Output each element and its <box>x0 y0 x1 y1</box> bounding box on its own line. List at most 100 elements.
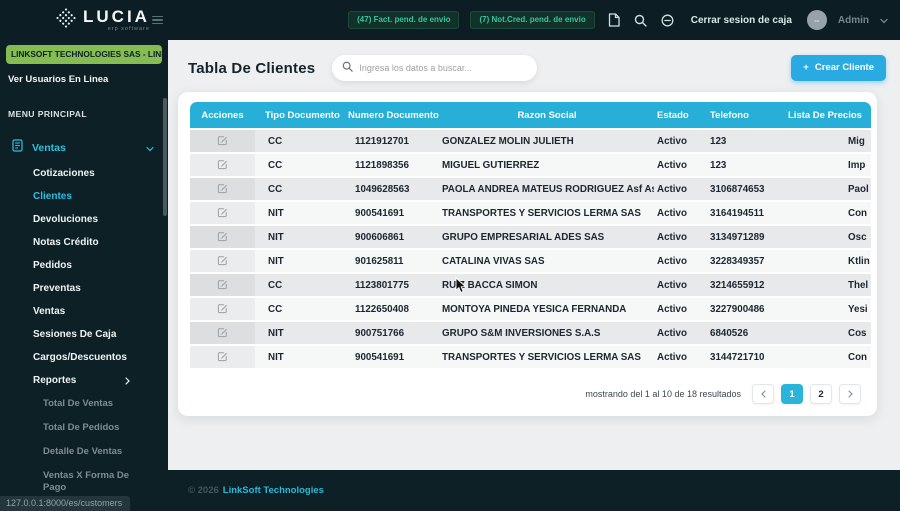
plus-icon: + <box>803 62 809 73</box>
search-icon[interactable] <box>633 12 649 28</box>
table-row: CC 1121898356 MIGUEL GUTIERREZ Activo 12… <box>190 154 871 178</box>
clients-table-card: Acciones Tipo Documento Numero Documento… <box>178 92 877 416</box>
sidebar-item-total-de-ventas[interactable]: Total De Ventas <box>0 392 168 416</box>
edit-client-button[interactable] <box>213 229 232 244</box>
app-logo-text: LUCIA <box>83 6 150 26</box>
numero-documento-cell: 1123801775 <box>340 274 440 298</box>
sidebar-item-label: Ventas <box>32 142 66 154</box>
brand[interactable]: LUCIA erp software <box>0 7 149 34</box>
estado-cell: Activo <box>654 154 704 178</box>
hamburger-menu-icon[interactable] <box>152 15 163 25</box>
table-row: CC 1122650408 MONTOYA PINEDA YESICA FERN… <box>190 298 871 322</box>
document-icon[interactable] <box>606 12 622 28</box>
telefono-cell: 6840526 <box>704 322 786 346</box>
sidebar-item-ventas-x-forma-de-pago[interactable]: Ventas X Forma De Pago <box>0 464 168 500</box>
header-telefono: Telefono <box>704 102 786 130</box>
sidebar-scrollbar[interactable] <box>163 98 167 216</box>
lista-precios-cell: Yesi <box>786 298 871 322</box>
page-1-button[interactable]: 1 <box>781 384 803 404</box>
edit-client-button[interactable] <box>213 349 232 364</box>
pending-invoices-badge[interactable]: (47) Fact. pend. de envio <box>348 11 460 29</box>
edit-client-button[interactable] <box>213 277 232 292</box>
tipo-documento-cell: CC <box>255 274 340 298</box>
acciones-cell <box>190 130 255 154</box>
user-menu-label[interactable]: Admin <box>838 15 869 26</box>
sidebar-item-preventas[interactable]: Preventas <box>0 277 168 300</box>
edit-client-button[interactable] <box>213 157 232 172</box>
acciones-cell <box>190 250 255 274</box>
numero-documento-cell: 900541691 <box>340 202 440 226</box>
search-icon <box>342 59 354 77</box>
pending-credit-notes-badge[interactable]: (7) Not.Cred. pend. de envio <box>470 11 595 29</box>
chevron-left-icon <box>760 390 766 398</box>
company-badge[interactable]: LINKSOFT TECHNOLOGIES SAS - LINK <box>6 45 162 64</box>
edit-client-button[interactable] <box>213 301 232 316</box>
edit-client-button[interactable] <box>213 253 232 268</box>
footer-brand-link[interactable]: LinkSoft Technologies <box>223 485 324 496</box>
telefono-cell: 3228349357 <box>704 250 786 274</box>
sidebar-item-notas-credito[interactable]: Notas Crédito <box>0 231 168 254</box>
chevron-right-icon <box>125 376 130 385</box>
edit-client-button[interactable] <box>213 325 232 340</box>
tipo-documento-cell: CC <box>255 154 340 178</box>
tipo-documento-cell: NIT <box>255 346 340 370</box>
sidebar: LINKSOFT TECHNOLOGIES SAS - LINK Ver Usu… <box>0 40 168 511</box>
sidebar-item-cotizaciones[interactable]: Cotizaciones <box>0 162 168 185</box>
sidebar-item-reportes[interactable]: Reportes <box>0 369 168 392</box>
numero-documento-cell: 1121898356 <box>340 154 440 178</box>
lista-precios-cell: Cos <box>786 322 871 346</box>
edit-client-button[interactable] <box>213 181 232 196</box>
table-row: NIT 901625811 CATALINA VIVAS SAS Activo … <box>190 250 871 274</box>
numero-documento-cell: 900606861 <box>340 226 440 250</box>
lucia-diamond-logo-icon <box>55 7 77 34</box>
avatar[interactable]: -- <box>806 10 827 30</box>
previous-page-button[interactable] <box>752 384 774 404</box>
razon-social-cell: GONZALEZ MOLIN JULIETH <box>440 130 654 154</box>
sidebar-item-pedidos[interactable]: Pedidos <box>0 254 168 277</box>
edit-client-button[interactable] <box>213 133 232 148</box>
sidebar-item-clientes[interactable]: Clientes <box>0 185 168 208</box>
minus-circle-icon[interactable] <box>660 12 676 28</box>
sidebar-item-total-de-pedidos[interactable]: Total De Pedidos <box>0 416 168 440</box>
acciones-cell <box>190 346 255 370</box>
page-2-button[interactable]: 2 <box>810 384 832 404</box>
sidebar-item-ventas[interactable]: Ventas <box>0 300 168 323</box>
search-bar[interactable] <box>332 55 538 81</box>
lista-precios-cell: Con <box>786 346 871 370</box>
lista-precios-cell: Mig <box>786 130 871 154</box>
sidebar-item-cargos-descuentos[interactable]: Cargos/Descuentos <box>0 346 168 369</box>
pagination: mostrando del 1 al 10 de 18 resultados 1… <box>190 384 871 404</box>
tipo-documento-cell: CC <box>255 130 340 154</box>
clients-table: Acciones Tipo Documento Numero Documento… <box>190 102 871 370</box>
tipo-documento-cell: NIT <box>255 202 340 226</box>
edit-client-button[interactable] <box>213 205 232 220</box>
header-tipo-documento: Tipo Documento <box>255 102 340 130</box>
search-input[interactable] <box>359 63 528 73</box>
copyright-text: © 2026 <box>188 485 219 496</box>
acciones-cell <box>190 154 255 178</box>
sidebar-item-label: Reportes <box>33 375 77 386</box>
numero-documento-cell: 900751766 <box>340 322 440 346</box>
acciones-cell <box>190 322 255 346</box>
razon-social-cell: TRANSPORTES Y SERVICIOS LERMA SAS <box>440 346 654 370</box>
sidebar-item-detalle-de-ventas[interactable]: Detalle De Ventas <box>0 440 168 464</box>
razon-social-cell: GRUPO EMPRESARIAL ADES SAS <box>440 226 654 250</box>
lista-precios-cell: Con <box>786 202 871 226</box>
table-scroll-area[interactable]: Acciones Tipo Documento Numero Documento… <box>190 102 871 370</box>
lista-precios-cell: Ktlin <box>786 250 871 274</box>
acciones-cell <box>190 178 255 202</box>
document-lines-icon <box>12 139 23 157</box>
chevron-down-icon[interactable] <box>880 11 888 29</box>
next-page-button[interactable] <box>839 384 861 404</box>
tipo-documento-cell: CC <box>255 298 340 322</box>
online-users-link[interactable]: Ver Usuarios En Linea <box>8 74 168 85</box>
sidebar-item-ventas-parent[interactable]: Ventas <box>0 134 168 162</box>
close-cash-session-button[interactable]: Cerrar sesion de caja <box>691 15 792 26</box>
telefono-cell: 123 <box>704 130 786 154</box>
table-header-row: Acciones Tipo Documento Numero Documento… <box>190 102 871 130</box>
create-client-button[interactable]: + Crear Cliente <box>791 55 886 81</box>
sidebar-item-devoluciones[interactable]: Devoluciones <box>0 208 168 231</box>
sidebar-item-sesiones-de-caja[interactable]: Sesiones De Caja <box>0 323 168 346</box>
acciones-cell <box>190 298 255 322</box>
razon-social-cell: MONTOYA PINEDA YESICA FERNANDA <box>440 298 654 322</box>
